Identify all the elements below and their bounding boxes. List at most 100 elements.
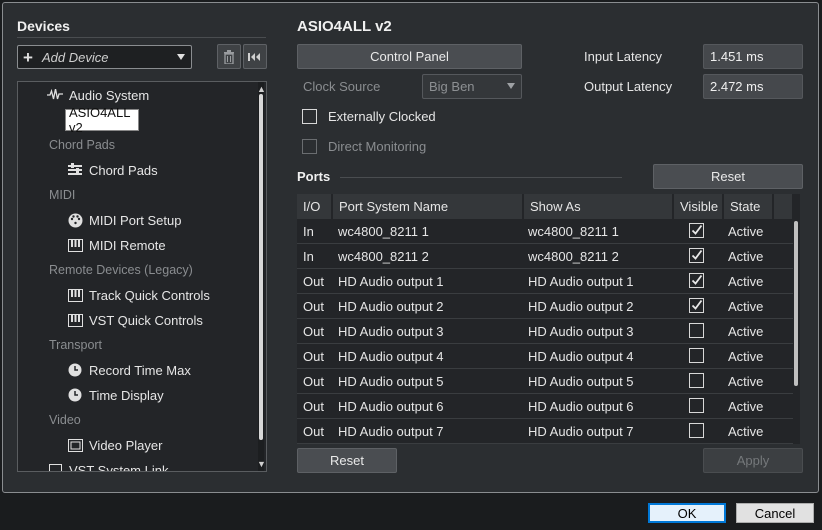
visible-checkbox[interactable]: [689, 348, 704, 363]
ports-reset-button[interactable]: Reset: [653, 164, 803, 189]
tree-category-label: Remote Devices (Legacy): [49, 263, 193, 277]
checkmark-icon: [691, 274, 703, 285]
cancel-button[interactable]: Cancel: [736, 503, 814, 523]
input-latency-value: 1.451 ms: [703, 44, 803, 69]
visible-checkbox[interactable]: [689, 248, 704, 263]
cell-state: Active: [728, 424, 764, 439]
keyboard-icon: [67, 312, 83, 328]
visible-checkbox[interactable]: [689, 223, 704, 238]
table-row[interactable]: Out HD Audio output 3 HD Audio output 3 Act…: [297, 319, 793, 344]
table-row[interactable]: Out HD Audio output 2 HD Audio output 2 Act…: [297, 294, 793, 319]
tree-item-label: Chord Pads: [89, 162, 158, 178]
tree-category: Chord Pads: [49, 134, 115, 156]
add-device-dropdown[interactable]: + Add Device: [17, 45, 192, 69]
tree-item[interactable]: Video Player: [67, 434, 162, 456]
tree-item[interactable]: VST Quick Controls: [67, 309, 203, 331]
control-panel-button[interactable]: Control Panel: [297, 44, 522, 69]
externally-clocked-label: Externally Clocked: [328, 109, 436, 124]
tree-item[interactable]: Track Quick Controls: [67, 284, 210, 306]
col-visible-header[interactable]: Visible: [674, 194, 723, 219]
tree-item-label: Audio System: [69, 87, 150, 103]
col-io-header[interactable]: I/O: [297, 194, 332, 219]
cell-io: In: [303, 224, 314, 239]
ports-scrollbar[interactable]: [793, 219, 799, 444]
cell-state: Active: [728, 374, 764, 389]
cell-name: HD Audio output 3: [338, 324, 444, 339]
cell-io: Out: [303, 299, 324, 314]
rewind-icon: [248, 52, 260, 61]
visible-checkbox[interactable]: [689, 323, 704, 338]
cell-show-as[interactable]: HD Audio output 1: [522, 269, 634, 294]
table-row[interactable]: Out HD Audio output 6 HD Audio output 6 Act…: [297, 394, 793, 419]
cell-io: In: [303, 249, 314, 264]
waveform-icon: [47, 87, 63, 103]
table-row[interactable]: In wc4800_8211 2 wc4800_8211 2 Active: [297, 244, 793, 269]
cell-name: wc4800_8211 2: [338, 249, 429, 264]
clock-source-value: Big Ben: [429, 79, 475, 94]
checkmark-icon: [691, 299, 703, 310]
tree-item[interactable]: MIDI Remote: [67, 234, 166, 256]
table-row[interactable]: Out HD Audio output 4 HD Audio output 4 Act…: [297, 344, 793, 369]
ok-button[interactable]: OK: [648, 503, 726, 523]
reset-button[interactable]: Reset: [297, 448, 397, 473]
cell-show-as[interactable]: HD Audio output 7: [522, 419, 634, 444]
clock-source-dropdown[interactable]: Big Ben: [422, 74, 522, 99]
tree-item[interactable]: Audio System: [47, 84, 149, 106]
tree-scrollbar[interactable]: [258, 82, 264, 471]
tree-item[interactable]: VST System Link: [47, 459, 168, 471]
tree-category-label: Chord Pads: [49, 138, 116, 152]
table-row[interactable]: In wc4800_8211 1 wc4800_8211 1 Active: [297, 219, 793, 244]
cell-show-as[interactable]: HD Audio output 2: [522, 294, 634, 319]
scroll-down-icon[interactable]: ▼: [257, 459, 266, 469]
output-latency-value: 2.472 ms: [703, 74, 803, 99]
tree-category: Video: [49, 409, 81, 431]
plus-icon: +: [23, 48, 33, 67]
col-showas-header[interactable]: Show As: [524, 194, 673, 219]
tree-category-label: MIDI: [49, 188, 76, 202]
table-row[interactable]: Out HD Audio output 1 HD Audio output 1 Act…: [297, 269, 793, 294]
cell-state: Active: [728, 249, 764, 264]
visible-checkbox[interactable]: [689, 298, 704, 313]
col-state-header[interactable]: State: [724, 194, 773, 219]
tree-scrollbar-thumb[interactable]: [259, 94, 263, 440]
visible-checkbox[interactable]: [689, 423, 704, 438]
chevron-down-icon: [177, 54, 185, 60]
cell-show-as[interactable]: wc4800_8211 2: [522, 244, 619, 269]
tree-item[interactable]: Chord Pads: [67, 159, 158, 181]
cell-show-as[interactable]: wc4800_8211 1: [522, 219, 619, 244]
tree-item[interactable]: Time Display: [67, 384, 164, 406]
keyboard-icon: [67, 237, 83, 253]
cell-io: Out: [303, 424, 324, 439]
cell-io: Out: [303, 374, 324, 389]
externally-clocked-checkbox[interactable]: [302, 109, 317, 124]
visible-checkbox[interactable]: [689, 273, 704, 288]
scroll-up-icon[interactable]: ▲: [257, 84, 266, 94]
col-name-header[interactable]: Port System Name: [333, 194, 523, 219]
tree-category-label: Transport: [49, 338, 103, 352]
reset-device-button[interactable]: [243, 44, 267, 69]
tree-item-label: Track Quick Controls: [89, 287, 210, 303]
table-row[interactable]: Out HD Audio output 5 HD Audio output 5 Act…: [297, 369, 793, 394]
col-filler-header: [774, 194, 793, 219]
apply-button[interactable]: Apply: [703, 448, 803, 473]
cell-show-as[interactable]: HD Audio output 5: [522, 369, 634, 394]
tree-item-asio4all[interactable]: ASIO4ALL v2: [65, 105, 139, 135]
cell-io: Out: [303, 399, 324, 414]
cell-show-as[interactable]: HD Audio output 6: [522, 394, 634, 419]
cell-name: wc4800_8211 1: [338, 224, 429, 239]
midi-port-icon: [67, 212, 83, 228]
device-tree[interactable]: Audio System Chord Pads Chord Pads MIDI MIDI…: [17, 81, 267, 472]
table-row[interactable]: Out HD Audio output 7 HD Audio output 7 Act…: [297, 419, 793, 444]
tree-item[interactable]: MIDI Port Setup: [67, 209, 181, 231]
tree-item[interactable]: Record Time Max: [67, 359, 191, 381]
cell-show-as[interactable]: HD Audio output 4: [522, 344, 634, 369]
visible-checkbox[interactable]: [689, 373, 704, 388]
cell-name: HD Audio output 4: [338, 349, 444, 364]
delete-device-button[interactable]: [217, 44, 241, 69]
ports-scrollbar-thumb[interactable]: [794, 221, 798, 386]
tree-item-label: MIDI Remote: [89, 237, 166, 253]
input-latency-label: Input Latency: [584, 49, 663, 64]
visible-checkbox[interactable]: [689, 398, 704, 413]
tree-category-label: Video: [49, 413, 81, 427]
cell-show-as[interactable]: HD Audio output 3: [522, 319, 634, 344]
